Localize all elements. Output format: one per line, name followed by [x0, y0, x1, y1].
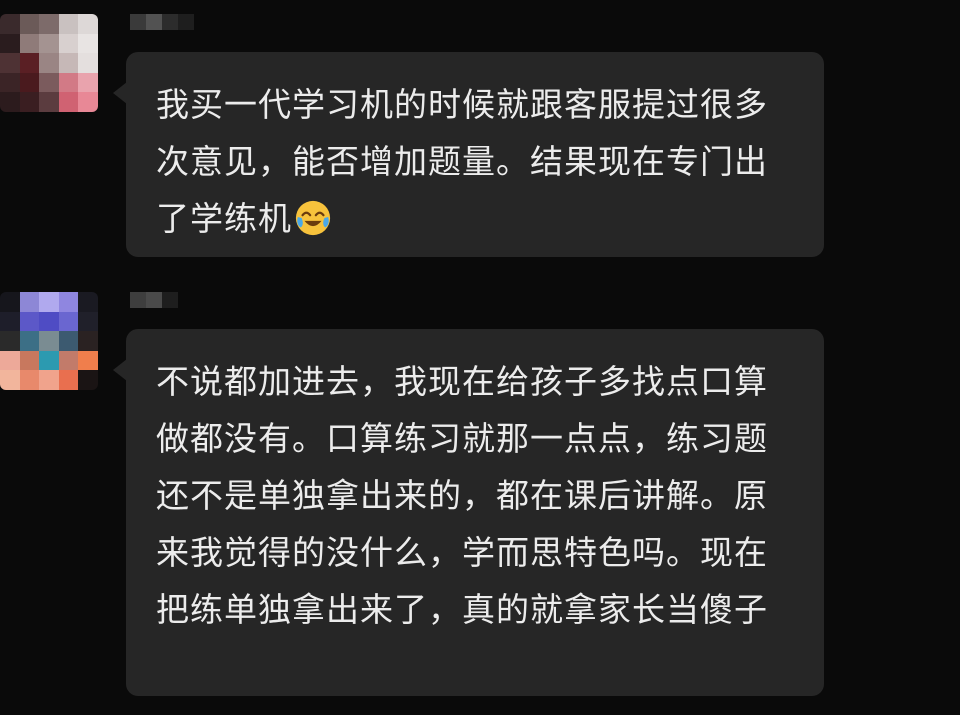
avatar[interactable]	[0, 292, 98, 390]
message-text: 不说都加进去，我现在给孩子多找点口算做都没有。口算练习就那一点点，练习题还不是单…	[156, 362, 768, 629]
message-text: 我买一代学习机的时候就跟客服提过很多次意见，能否增加题量。结果现在专门出了学练机	[156, 85, 768, 238]
chat-window: 我买一代学习机的时候就跟客服提过很多次意见，能否增加题量。结果现在专门出了学练机…	[0, 0, 960, 715]
avatar[interactable]	[0, 14, 98, 112]
sender-name-redacted	[130, 14, 194, 30]
face-with-tears-of-joy-icon	[295, 200, 331, 236]
message-bubble: 不说都加进去，我现在给孩子多找点口算做都没有。口算练习就那一点点，练习题还不是单…	[113, 329, 824, 696]
sender-name-redacted	[130, 292, 178, 308]
message-bubble: 我买一代学习机的时候就跟客服提过很多次意见，能否增加题量。结果现在专门出了学练机	[113, 52, 824, 257]
